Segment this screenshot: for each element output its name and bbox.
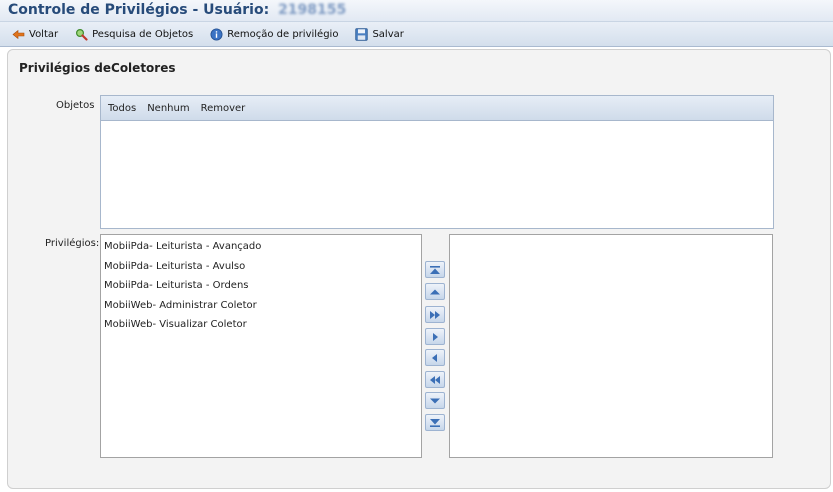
available-privileges-list[interactable]: MobiiPda- Leiturista - Avançado MobiiPda… (100, 234, 422, 458)
list-item[interactable]: MobiiPda- Leiturista - Avulso (101, 257, 421, 277)
selected-privileges-list[interactable] (449, 234, 773, 458)
remove-objects-link[interactable]: Remover (201, 103, 246, 114)
move-bottom-icon (430, 418, 440, 427)
search-objects-button[interactable]: Pesquisa de Objetos (75, 28, 193, 41)
back-arrow-icon (12, 28, 25, 41)
select-none-link[interactable]: Nenhum (147, 103, 189, 114)
back-button-label: Voltar (29, 28, 59, 40)
list-item[interactable]: MobiiWeb- Visualizar Coletor (101, 315, 421, 335)
window-title: Controle de Privilégios - Usuário: (8, 2, 270, 18)
back-button[interactable]: Voltar (12, 28, 58, 41)
panel-title: Privilégios deColetores (19, 61, 176, 75)
move-left-button[interactable] (425, 349, 445, 366)
search-objects-label: Pesquisa de Objetos (92, 28, 194, 40)
move-up-icon (430, 289, 440, 294)
list-item[interactable]: MobiiWeb- Administrar Coletor (101, 296, 421, 316)
remove-privilege-label: Remoção de privilégio (227, 28, 339, 40)
move-top-button[interactable] (425, 261, 445, 278)
move-all-right-button[interactable] (425, 306, 445, 323)
select-all-link[interactable]: Todos (108, 103, 136, 114)
objetos-label: Objetos (56, 100, 95, 111)
save-button-label: Salvar (372, 28, 404, 40)
move-down-icon (430, 398, 440, 403)
user-id: 2198155 (278, 2, 347, 18)
save-button[interactable]: Salvar (355, 27, 404, 41)
list-item[interactable]: MobiiPda- Leiturista - Avançado (101, 237, 421, 257)
search-icon (75, 28, 88, 41)
privileges-panel: Privilégios deColetores Objetos Todos Ne… (7, 49, 831, 489)
save-disk-icon (355, 27, 369, 41)
list-item[interactable]: MobiiPda- Leiturista - Ordens (101, 276, 421, 296)
objetos-grid[interactable]: Todos Nenhum Remover (100, 95, 774, 229)
window-titlebar: Controle de Privilégios - Usuário: 21981… (0, 0, 833, 22)
move-all-left-button[interactable] (425, 371, 445, 388)
move-up-button[interactable] (425, 283, 445, 300)
info-icon (210, 28, 223, 41)
move-right-icon (433, 332, 438, 341)
move-down-button[interactable] (425, 392, 445, 409)
remove-privilege-button[interactable]: Remoção de privilégio (210, 28, 338, 41)
move-left-icon (432, 353, 437, 362)
toolbar: Voltar Pesquisa de Objetos Remoção de pr… (0, 22, 833, 47)
move-right-button[interactable] (425, 328, 445, 345)
move-all-left-icon (430, 375, 440, 384)
move-all-right-icon (430, 310, 440, 319)
move-top-icon (430, 265, 440, 274)
objetos-header: Todos Nenhum Remover (101, 96, 773, 121)
privilegios-label: Privilégios: (45, 238, 100, 249)
move-bottom-button[interactable] (425, 414, 445, 431)
